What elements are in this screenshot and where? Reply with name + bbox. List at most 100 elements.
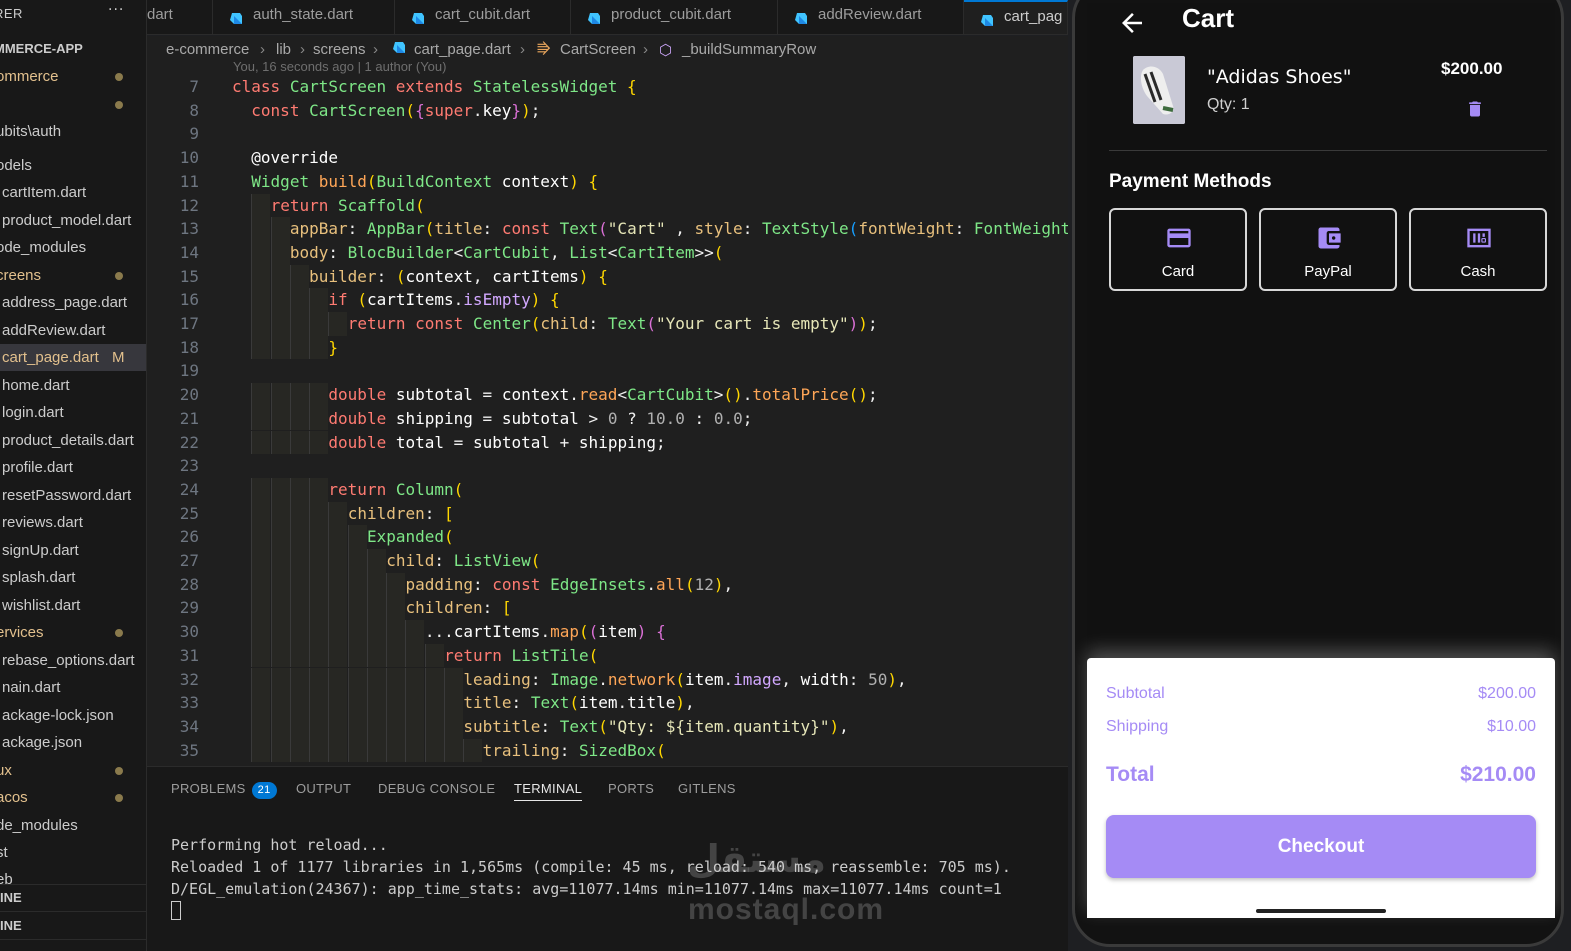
payment-cash-option[interactable]: Cash (1409, 208, 1547, 291)
code-line: 35 trailing: SizedBox( (147, 739, 1068, 763)
folder-item[interactable]: st (0, 839, 146, 866)
workspace-root[interactable]: MMERCE-APP (0, 41, 83, 56)
file-item[interactable]: ackage.json (0, 729, 146, 756)
panel-tab-terminal[interactable]: TERMINAL (514, 781, 583, 801)
problems-count-badge: 21 (251, 782, 277, 799)
code-editor[interactable]: You, 16 seconds ago | 1 author (You) 7 cl… (147, 62, 1068, 766)
tree-item-label: st (0, 844, 8, 861)
line-number: 35 (179, 740, 199, 760)
editor-tab[interactable]: cart_cubit.dart (395, 0, 571, 34)
line-number: 19 (179, 361, 199, 381)
panel-tab-problems[interactable]: PROBLEMS 21 (171, 781, 277, 799)
file-item[interactable]: nain.dart (0, 674, 146, 701)
total-label: Total (1106, 763, 1155, 786)
tree-item-label: resetPassword.dart (2, 487, 132, 504)
file-item[interactable]: cartItem.dart (0, 179, 146, 206)
breadcrumb-item[interactable]: screens (313, 41, 366, 58)
panel-tab-output[interactable]: OUTPUT (296, 781, 351, 796)
folder-item[interactable]: ervices (0, 619, 146, 646)
file-item[interactable]: cart_page.dart M (0, 344, 146, 371)
more-actions-icon[interactable]: ··· (108, 2, 124, 18)
code-line: 14 body: BlocBuilder<CartCubit, List<Car… (147, 241, 1068, 265)
bottom-panel: PROBLEMS 21 OUTPUT DEBUG CONSOLE TERMINAL POR… (147, 766, 1068, 951)
line-number: 32 (179, 669, 199, 689)
line-number: 29 (179, 598, 199, 618)
folder-item[interactable] (0, 91, 146, 118)
code-text: if (cartItems.isEmpty) { (328, 290, 560, 310)
line-number: 24 (179, 479, 199, 499)
tree-item-label: ackage.json (2, 734, 83, 751)
arrow-left-icon[interactable] (1117, 8, 1147, 38)
code-line: 22 double total = subtotal + shipping; (147, 431, 1068, 455)
file-item[interactable]: address_page.dart (0, 289, 146, 316)
file-item[interactable]: reviews.dart (0, 509, 146, 536)
modified-dot-icon (115, 101, 123, 109)
terminal-cursor (171, 901, 181, 920)
breadcrumb-item[interactable]: e-commerce (166, 41, 249, 58)
tree-item-label: reviews.dart (2, 514, 83, 531)
file-item[interactable]: home.dart (0, 372, 146, 399)
app-screen: Cart "Adidas Shoes" Qty: 1 $200.00 Payme… (1087, 3, 1555, 663)
editor-tab[interactable]: dart (147, 0, 213, 34)
class-icon: ⭆ (537, 41, 551, 58)
code-text: Expanded( (366, 527, 454, 547)
folder-item[interactable]: acos (0, 784, 146, 811)
editor-tab[interactable]: product_cubit.dart (571, 0, 778, 34)
payment-card-option[interactable]: Card (1109, 208, 1247, 291)
breadcrumb-item[interactable]: CartScreen (560, 41, 636, 58)
modified-dot-icon (115, 73, 123, 81)
editor-tab[interactable]: auth_state.dart (213, 0, 395, 34)
file-item[interactable]: signUp.dart (0, 537, 146, 564)
tree-item-label: splash.dart (2, 569, 76, 586)
dart-icon (587, 7, 601, 24)
breadcrumb-item[interactable]: lib (276, 41, 291, 58)
home-indicator[interactable] (1256, 909, 1386, 913)
folder-item[interactable]: ubits\auth (0, 118, 146, 145)
git-blame-annotation[interactable]: You, 16 seconds ago | 1 author (You) (233, 62, 446, 74)
file-item[interactable]: wishlist.dart (0, 592, 146, 619)
panel-tab-label: TERMINAL (514, 781, 583, 796)
code-line: 8 const CartScreen({super.key}); (147, 99, 1068, 123)
tree-item-label: product_details.dart (2, 432, 134, 449)
panel-tab-debug-console[interactable]: DEBUG CONSOLE (378, 781, 495, 796)
line-number: 11 (179, 171, 199, 191)
code-line: 29 children: [ (147, 596, 1068, 620)
file-item[interactable]: splash.dart (0, 564, 146, 591)
file-item[interactable]: product_model.dart (0, 207, 146, 234)
folder-item[interactable]: de_modules (0, 812, 146, 839)
breadcrumb-item[interactable]: _buildSummaryRow (682, 41, 816, 58)
editor-tab[interactable]: addReview.dart (778, 0, 964, 34)
tree-item-label: cartItem.dart (2, 184, 87, 201)
trash-icon[interactable] (1465, 98, 1485, 120)
file-item[interactable]: ackage-lock.json (0, 702, 146, 729)
file-item[interactable]: rebase_options.dart (0, 647, 146, 674)
dart-icon (229, 7, 243, 24)
folder-item[interactable]: odels (0, 152, 146, 179)
modified-dot-icon (115, 629, 123, 637)
file-item[interactable]: profile.dart (0, 454, 146, 481)
panel-tab-ports[interactable]: PORTS (608, 781, 654, 796)
file-item[interactable]: addReview.dart (0, 317, 146, 344)
payment-paypal-option[interactable]: PayPal (1259, 208, 1397, 291)
code-line: 33 title: Text(item.title), (147, 691, 1068, 715)
file-item[interactable]: resetPassword.dart (0, 482, 146, 509)
folder-item[interactable]: creens (0, 262, 146, 289)
code-text: appBar: AppBar(title: const Text("Cart" … (289, 219, 1068, 239)
editor-tab[interactable]: cart_pag (964, 0, 1068, 34)
line-number: 7 (189, 77, 199, 96)
line-number: 34 (179, 716, 199, 736)
folder-item[interactable]: ode_modules (0, 234, 146, 261)
product-name: "Adidas Shoes" (1207, 66, 1352, 88)
outline-section[interactable]: INE (0, 884, 146, 911)
folder-item[interactable]: ux (0, 757, 146, 784)
file-item[interactable]: product_details.dart (0, 427, 146, 454)
line-number: 33 (179, 693, 199, 713)
panel-tab-label: GITLENS (678, 781, 736, 796)
checkout-button[interactable]: Checkout (1106, 815, 1536, 878)
code-text: double subtotal = context.read<CartCubit… (328, 385, 878, 405)
folder-item[interactable]: ommerce (0, 63, 146, 90)
timeline-section[interactable]: INE (0, 912, 146, 939)
panel-tab-gitlens[interactable]: GITLENS (678, 781, 736, 796)
file-item[interactable]: login.dart (0, 399, 146, 426)
breadcrumb-item[interactable]: cart_page.dart (414, 41, 511, 58)
